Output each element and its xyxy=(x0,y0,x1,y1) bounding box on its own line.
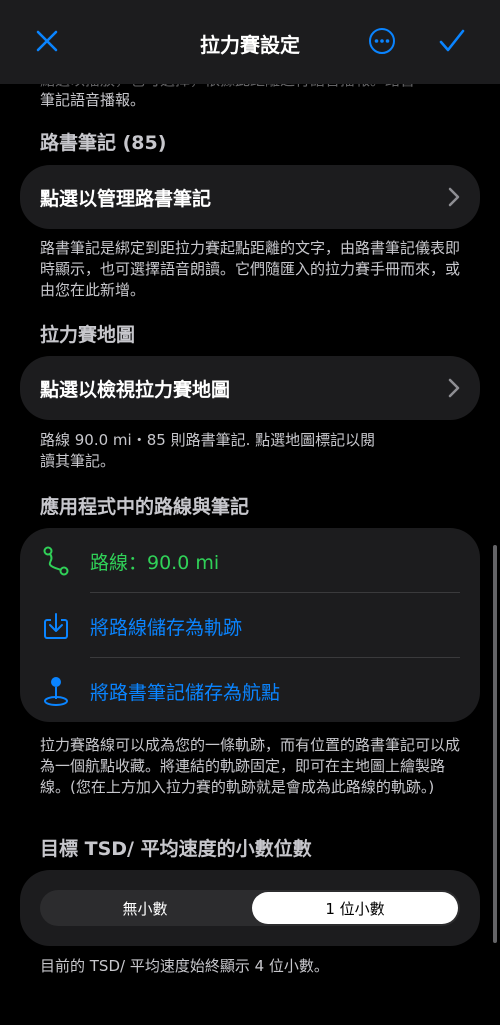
route-distance-label: 路線：90.0 mi xyxy=(90,552,220,574)
segment-no-decimal[interactable]: 無小數 xyxy=(40,890,250,926)
decimals-segmented-control[interactable]: 無小數 1 位小數 xyxy=(40,890,460,926)
decimals-section-header: 目標 TSD/ 平均速度的小數位數 xyxy=(40,838,312,860)
page-title: 拉力賽設定 xyxy=(200,33,300,57)
scrollbar[interactable] xyxy=(493,545,497,943)
view-map-label: 點選以檢視拉力賽地圖 xyxy=(40,378,231,401)
navigation-bar: 拉力賽設定 xyxy=(0,0,500,84)
roadbook-section-header: 路書筆記 (85) xyxy=(40,132,167,154)
download-tray-icon xyxy=(40,610,72,642)
save-track-button[interactable]: 將路線儲存為軌跡 xyxy=(20,593,480,659)
manage-roadbook-button[interactable]: 點選以管理路書筆記 xyxy=(20,165,480,229)
clipped-line-2: 筆記語音播報。 xyxy=(40,91,146,109)
route-icon xyxy=(40,545,72,577)
save-waypoints-button[interactable]: 將路書筆記儲存為航點 xyxy=(20,658,480,724)
map-section-header: 拉力賽地圖 xyxy=(40,324,136,346)
checkmark-icon xyxy=(439,29,465,57)
more-button[interactable] xyxy=(360,24,404,62)
segment-one-decimal[interactable]: 1 位小數 xyxy=(252,892,458,924)
save-track-label: 將路線儲存為軌跡 xyxy=(90,617,243,639)
chevron-right-icon xyxy=(448,187,460,211)
route-footnote: 拉力賽路線可以成為您的一條軌跡，而有位置的路書筆記可以成為一個航點收藏。將連結的… xyxy=(40,736,461,796)
chevron-right-icon xyxy=(448,378,460,402)
save-waypoints-label: 將路書筆記儲存為航點 xyxy=(90,682,281,704)
roadbook-footnote: 路書筆記是綁定到距拉力賽起點距離的文字，由路書筆記儀表即時顯示，也可選擇語音朗讀… xyxy=(40,239,461,299)
settings-scroll-view[interactable]: 點選以播放，也可選擇，依據此距離進行語音播報。路書 筆記語音播報。 路書筆記 (… xyxy=(0,0,500,1025)
decimals-footnote: 目前的 TSD/ 平均速度始終顯示 4 位小數。 xyxy=(40,957,329,975)
done-button[interactable] xyxy=(430,24,474,62)
more-icon xyxy=(368,27,396,59)
route-section-header: 應用程式中的路線與筆記 xyxy=(40,496,250,518)
route-card: 路線：90.0 mi 將路線儲存為軌跡 將路書筆記儲存為航點 xyxy=(20,528,480,722)
map-footnote: 路線 90.0 mi・85 則路書筆記. 點選地圖標記以閱讀其筆記。 xyxy=(40,431,376,470)
map-pin-icon xyxy=(40,675,72,707)
manage-roadbook-label: 點選以管理路書筆記 xyxy=(40,187,212,210)
view-map-button[interactable]: 點選以檢視拉力賽地圖 xyxy=(20,356,480,420)
route-distance-row: 路線：90.0 mi xyxy=(20,528,480,594)
